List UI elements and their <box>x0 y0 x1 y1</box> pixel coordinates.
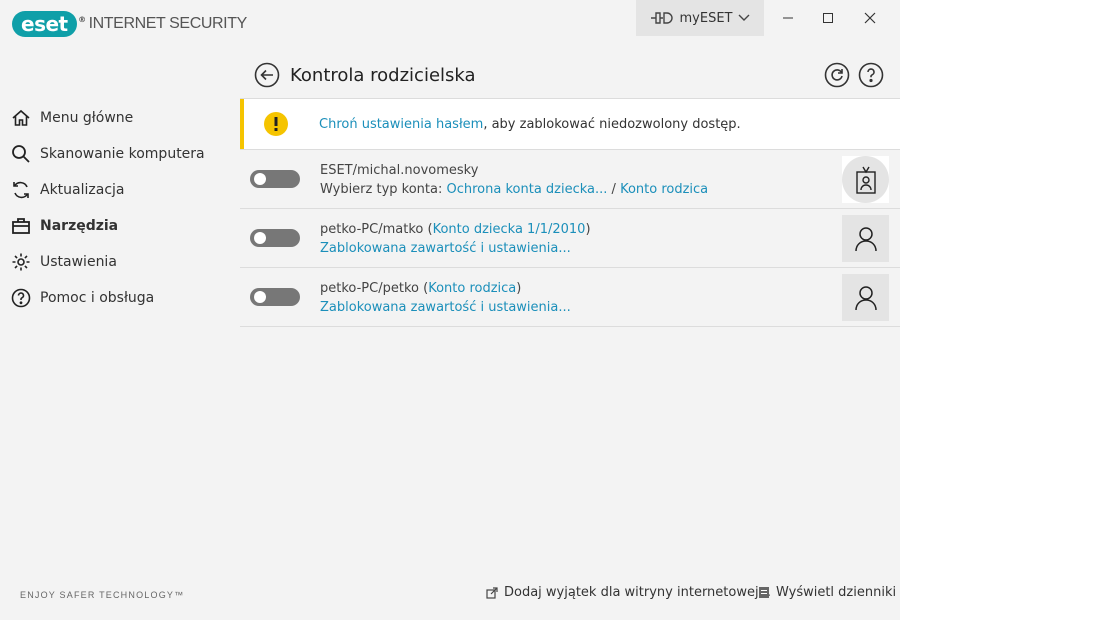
maximize-icon <box>823 13 833 23</box>
sidebar-item-label: Skanowanie komputera <box>40 146 205 162</box>
connector-icon <box>650 11 674 25</box>
sidebar-item-pomoc[interactable]: Pomoc i obsługa <box>0 280 240 316</box>
gear-icon <box>10 251 32 273</box>
account-type-link[interactable]: Konto rodzica <box>428 281 516 296</box>
user-row: petko-PC/matko (Konto dziecka 1/1/2010) … <box>240 209 900 268</box>
show-logs-button[interactable]: Wyświetl dzienniki <box>758 585 896 600</box>
user-name-line: petko-PC/matko (Konto dziecka 1/1/2010) <box>320 220 591 239</box>
user-name-line: petko-PC/petko (Konto rodzica) <box>320 279 571 298</box>
close-button[interactable] <box>848 0 892 36</box>
logs-icon <box>759 587 769 598</box>
blocked-content-link[interactable]: Zablokowana zawartość i ustawienia... <box>320 298 571 317</box>
sidebar-item-label: Pomoc i obsługa <box>40 290 155 306</box>
sidebar-item-label: Ustawienia <box>40 254 117 270</box>
user-name: petko-PC/matko <box>320 222 424 237</box>
sidebar-item-skanowanie[interactable]: Skanowanie komputera <box>0 136 240 172</box>
parent-account-link[interactable]: Konto rodzica <box>620 182 708 197</box>
user-avatar-box[interactable] <box>842 274 889 321</box>
user-toggle-switch[interactable] <box>250 170 300 188</box>
home-icon <box>10 107 32 129</box>
sidebar-item-ustawienia[interactable]: Ustawienia <box>0 244 240 280</box>
page-title: Kontrola rodzicielska <box>290 64 476 86</box>
user-avatar-box[interactable] <box>842 215 889 262</box>
tagline: ENJOY SAFER TECHNOLOGY™ <box>20 590 185 600</box>
user-toggle-switch[interactable] <box>250 229 300 247</box>
sidebar-item-label: Narzędzia <box>40 218 119 234</box>
user-icon <box>854 285 877 310</box>
app-window: eset ® INTERNET SECURITY myESET Menu głó <box>0 0 900 620</box>
myeset-label: myESET <box>679 10 733 26</box>
account-type-prefix: Wybierz typ konta: <box>320 182 447 197</box>
minimize-icon <box>783 17 793 19</box>
user-toggle-switch[interactable] <box>250 288 300 306</box>
search-icon <box>10 143 32 165</box>
sidebar-item-aktualizacja[interactable]: Aktualizacja <box>0 172 240 208</box>
product-name: INTERNET SECURITY <box>88 15 248 32</box>
page-header: Kontrola rodzicielska <box>254 60 894 90</box>
close-icon <box>864 12 876 24</box>
account-type-link[interactable]: Konto dziecka 1/1/2010 <box>433 222 586 237</box>
blocked-content-link[interactable]: Zablokowana zawartość i ustawienia... <box>320 239 591 258</box>
myeset-button[interactable]: myESET <box>636 0 764 36</box>
user-row: ESET/michal.novomesky Wybierz typ konta:… <box>240 150 900 209</box>
user-text: ESET/michal.novomesky Wybierz typ konta:… <box>320 161 708 199</box>
protect-settings-link[interactable]: Chroń ustawienia hasłem <box>319 117 483 132</box>
paren: ) <box>585 222 591 237</box>
id-badge-icon <box>855 166 876 194</box>
maximize-button[interactable] <box>806 0 850 36</box>
help-page-icon[interactable] <box>858 62 884 88</box>
help-icon <box>10 287 32 309</box>
logo-badge: eset ® <box>12 11 86 37</box>
logo-text: eset <box>21 12 68 36</box>
user-name: petko-PC/petko <box>320 281 419 296</box>
sidebar-item-label: Aktualizacja <box>40 182 125 198</box>
add-exception-button[interactable]: Dodaj wyjątek dla witryny internetowej..… <box>486 585 771 600</box>
back-arrow-icon[interactable] <box>254 62 280 88</box>
user-text: petko-PC/petko (Konto rodzica) Zablokowa… <box>320 279 571 317</box>
paren: ) <box>516 281 522 296</box>
password-notice: Chroń ustawienia hasłem , aby zablokować… <box>240 99 900 149</box>
minimize-button[interactable] <box>766 0 810 36</box>
chevron-down-icon <box>738 14 750 22</box>
paren: ( <box>423 222 433 237</box>
eset-logo: eset ® INTERNET SECURITY <box>12 10 247 38</box>
user-name: ESET/michal.novomesky <box>320 163 479 178</box>
show-logs-label: Wyświetl dzienniki <box>776 585 897 600</box>
sidebar-item-narzedzia[interactable]: Narzędzia <box>0 208 240 244</box>
separator: / <box>607 182 621 197</box>
user-icon <box>854 226 877 251</box>
user-text: petko-PC/matko (Konto dziecka 1/1/2010) … <box>320 220 591 258</box>
logo-registered-mark: ® <box>78 15 86 24</box>
external-link-icon <box>486 586 498 599</box>
paren: ( <box>418 281 429 296</box>
user-row: petko-PC/petko (Konto rodzica) Zablokowa… <box>240 268 900 327</box>
child-account-link[interactable]: Ochrona konta dziecka... <box>447 182 608 197</box>
main-content: Chroń ustawienia hasłem , aby zablokować… <box>240 98 900 327</box>
avatar <box>842 156 889 203</box>
sidebar-item-label: Menu główne <box>40 110 134 126</box>
account-type-line: Wybierz typ konta: Ochrona konta dziecka… <box>320 180 708 199</box>
refresh-page-icon[interactable] <box>824 62 850 88</box>
sidebar: Menu główne Skanowanie komputera Aktuali… <box>0 100 240 316</box>
user-avatar-box[interactable] <box>842 156 889 203</box>
sidebar-item-menu-glowne[interactable]: Menu główne <box>0 100 240 136</box>
notice-text: , aby zablokować niedozwolony dostęp. <box>483 116 741 132</box>
warning-icon <box>264 112 288 136</box>
add-exception-label: Dodaj wyjątek dla witryny internetowej..… <box>504 585 771 600</box>
refresh-icon <box>10 179 32 201</box>
toolbox-icon <box>10 215 32 237</box>
